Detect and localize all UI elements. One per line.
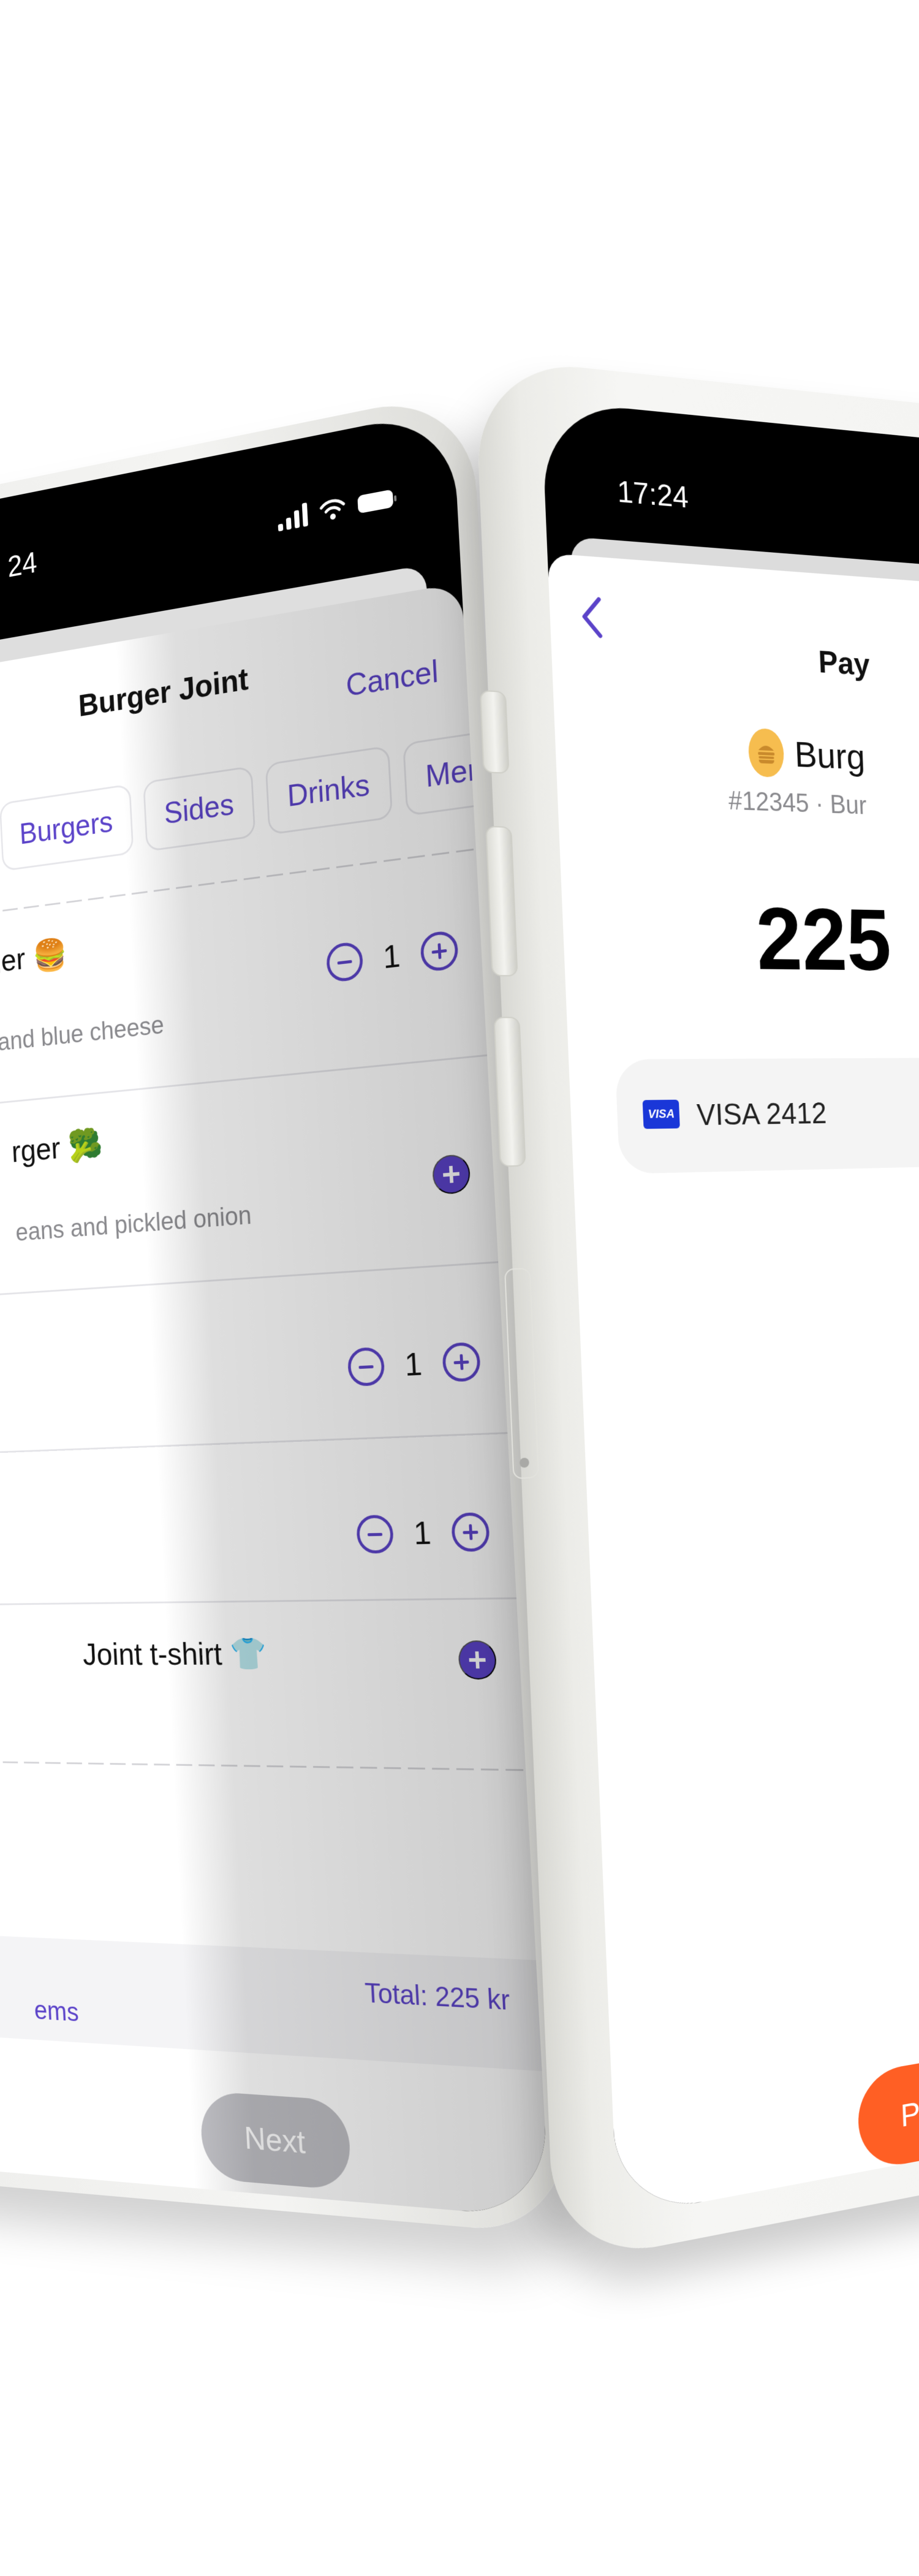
order-subtitle: #12345 · Bur: [728, 786, 868, 820]
item-description: eans and pickled onion: [15, 1200, 252, 1247]
tab-sides[interactable]: Sides: [143, 765, 256, 852]
tab-drinks[interactable]: Drinks: [265, 745, 393, 835]
status-time: 24: [7, 545, 38, 584]
merchant-header: Burg: [747, 727, 866, 781]
battery-icon: [357, 489, 394, 514]
quantity-value: 1: [412, 1515, 433, 1551]
decrease-button[interactable]: [347, 1346, 385, 1387]
visa-card-icon: VISA: [642, 1099, 680, 1129]
decrease-button[interactable]: [325, 941, 364, 983]
quantity-value: 1: [382, 938, 401, 976]
increase-button[interactable]: [441, 1341, 482, 1382]
quantity-stepper: 1: [325, 930, 459, 983]
back-chevron-icon[interactable]: [575, 592, 612, 643]
item-name: Joint t-shirt 👕: [81, 1636, 268, 1672]
add-item-button[interactable]: [457, 1640, 497, 1680]
increase-button[interactable]: [420, 930, 459, 973]
pay-button[interactable]: Pa: [856, 2021, 919, 2172]
quantity-stepper: 1: [347, 1341, 482, 1387]
status-icons: [277, 487, 394, 532]
list-item: Joint t-shirt 👕: [0, 1604, 528, 1806]
increase-button[interactable]: [450, 1512, 491, 1552]
quantity-stepper: 1: [355, 1512, 491, 1554]
decrease-button[interactable]: [355, 1514, 395, 1554]
action-button: [479, 690, 510, 774]
category-tabs: Burgers Sides Drinks Merch: [0, 724, 534, 872]
merchant-logo: [747, 727, 785, 778]
order-total: Total: 225 kr: [364, 1977, 511, 2016]
add-item-button[interactable]: [431, 1153, 471, 1195]
payment-amount: 225: [754, 888, 893, 989]
signal-icon: [277, 502, 308, 532]
item-description: ef, bacon and blue cheese: [0, 1010, 165, 1066]
order-summary-bar: ems Total: 225 kr: [0, 1931, 542, 2072]
page-title: Pay: [817, 644, 871, 683]
view-items-link[interactable]: ems: [34, 1995, 80, 2028]
status-time: 17:24: [616, 474, 689, 515]
quantity-value: 1: [404, 1346, 423, 1383]
order-sheet: Burger Joint Cancel Burgers Sides Drinks…: [0, 582, 550, 2219]
right-phone-mockup: 17:24 Pay Burg #12345 · Bur 225 VISA VIS…: [474, 356, 919, 2267]
burger-icon: [758, 745, 775, 764]
item-name: rger 🥦: [10, 1127, 104, 1169]
tab-burgers[interactable]: Burgers: [0, 784, 134, 872]
wifi-icon: [319, 496, 346, 520]
payment-method-selector[interactable]: VISA VISA 2412: [615, 1056, 919, 1174]
card-label: VISA 2412: [696, 1097, 828, 1132]
next-button[interactable]: Next: [199, 2090, 352, 2191]
merchant-name: Burg: [793, 733, 866, 778]
item-name: burger 🍔: [0, 936, 68, 985]
